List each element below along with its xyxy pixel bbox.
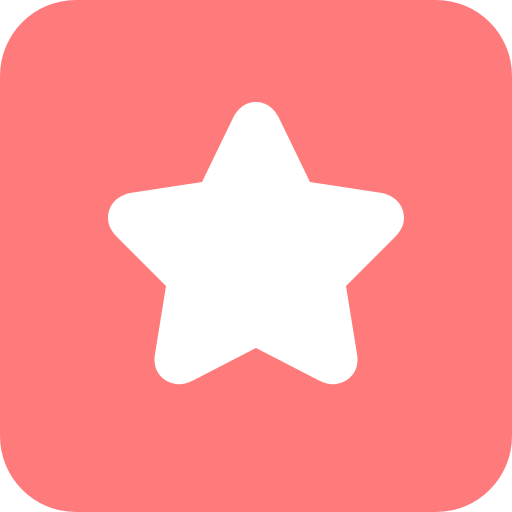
app-icon-tile[interactable] [0,0,512,512]
star-glyph [108,102,404,385]
star-icon [108,102,404,385]
